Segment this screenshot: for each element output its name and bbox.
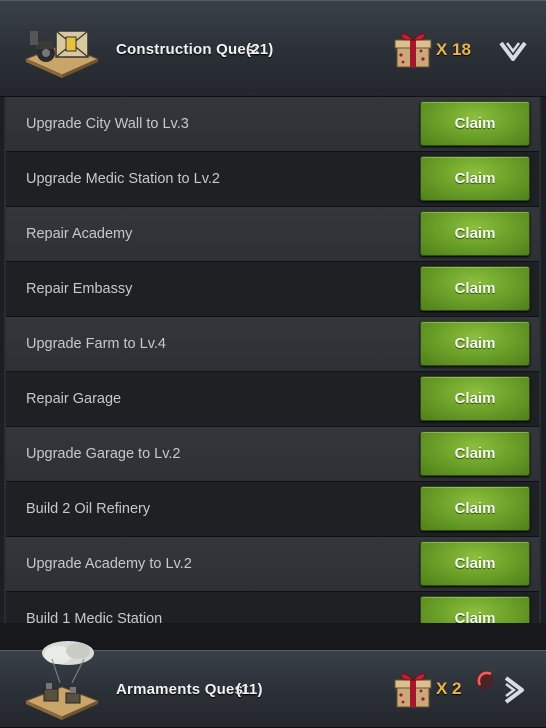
claim-button[interactable]: Claim [420, 376, 530, 421]
construction-reward-count: X 18 [436, 40, 471, 59]
construction-quest-header[interactable]: Construction Quest (21) X 18 [0, 0, 546, 97]
quest-label: Upgrade Medic Station to Lv.2 [26, 171, 220, 187]
quest-label: Repair Garage [26, 391, 122, 407]
quest-label: Build 1 Medic Station [26, 611, 163, 623]
claim-button[interactable]: Claim [420, 321, 530, 366]
quest-label: Build 2 Oil Refinery [26, 501, 151, 517]
claim-button[interactable]: Claim [420, 211, 530, 256]
construction-quest-count: (21) [246, 41, 274, 58]
armaments-reward-count: X 2 [436, 679, 462, 698]
quest-row: Upgrade Medic Station to Lv.2 Claim [6, 152, 539, 207]
quest-row: Repair Embassy Claim [6, 262, 539, 317]
construction-building-icon [24, 30, 100, 78]
gift-box-icon [394, 673, 432, 708]
chevron-right-icon[interactable] [500, 673, 534, 707]
gift-box-icon [394, 33, 432, 68]
armaments-building-icon [24, 641, 100, 720]
red-glow-indicator-icon [476, 671, 494, 689]
quest-label: Upgrade Farm to Lv.4 [26, 336, 166, 352]
quest-row: Build 1 Medic Station Claim [6, 592, 539, 623]
claim-button[interactable]: Claim [420, 541, 530, 586]
claim-button[interactable]: Claim [420, 486, 530, 531]
armaments-quest-count: (11) [236, 681, 263, 698]
quest-row: Repair Garage Claim [6, 372, 539, 427]
claim-button[interactable]: Claim [420, 596, 530, 623]
armaments-quest-title: Armaments Quest [116, 681, 249, 698]
quest-label: Repair Academy [26, 226, 133, 242]
quest-label: Upgrade Academy to Lv.2 [26, 556, 192, 572]
quest-row: Upgrade Academy to Lv.2 Claim [6, 537, 539, 592]
claim-button[interactable]: Claim [420, 101, 530, 146]
quest-label: Upgrade Garage to Lv.2 [26, 446, 181, 462]
claim-button[interactable]: Claim [420, 431, 530, 476]
quest-label: Upgrade City Wall to Lv.3 [26, 116, 189, 132]
construction-quest-title: Construction Quest [116, 41, 260, 58]
claim-button[interactable]: Claim [420, 266, 530, 311]
quest-row: Build 2 Oil Refinery Claim [6, 482, 539, 537]
quest-row: Repair Academy Claim [6, 207, 539, 262]
quest-row: Upgrade Garage to Lv.2 Claim [6, 427, 539, 482]
quest-list[interactable]: Upgrade City Wall to Lv.3 Claim Upgrade … [4, 97, 541, 623]
armaments-quest-header[interactable]: Armaments Quest (11) X 2 [0, 641, 546, 728]
quest-row: Upgrade Farm to Lv.4 Claim [6, 317, 539, 372]
chevron-down-icon[interactable] [496, 35, 530, 69]
quest-label: Repair Embassy [26, 281, 133, 297]
quest-row: Upgrade City Wall to Lv.3 Claim [6, 97, 539, 152]
claim-button[interactable]: Claim [420, 156, 530, 201]
